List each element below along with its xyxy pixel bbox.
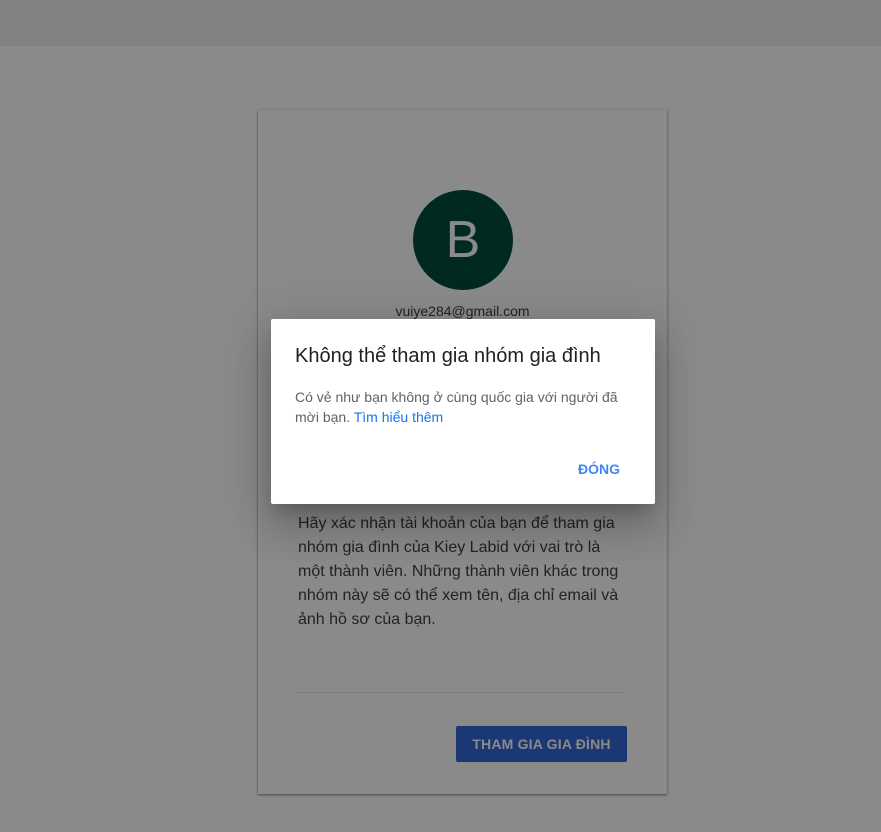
learn-more-link[interactable]: Tìm hiểu thêm <box>354 409 443 425</box>
dialog-message-text: Có vẻ như bạn không ở cùng quốc gia với … <box>295 389 618 425</box>
dialog-title: Không thể tham gia nhóm gia đình <box>295 345 601 367</box>
close-button[interactable]: ĐÓNG <box>565 451 633 487</box>
error-dialog: Không thể tham gia nhóm gia đình Có vẻ n… <box>271 319 655 504</box>
dialog-message: Có vẻ như bạn không ở cùng quốc gia với … <box>295 387 635 427</box>
